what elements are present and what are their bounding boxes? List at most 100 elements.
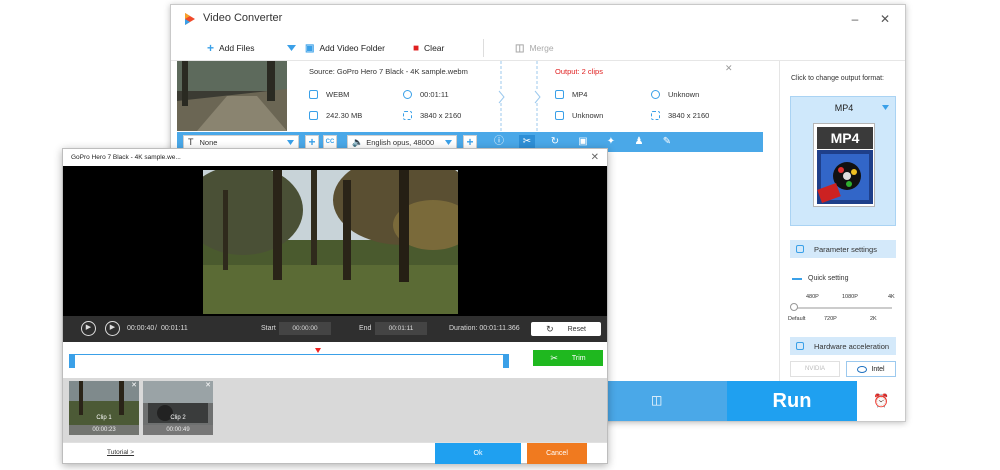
output-format-panel: Click to change output format: MP4 MP4 P… — [779, 61, 903, 381]
hardware-acceleration-button[interactable]: Hardware acceleration — [790, 337, 896, 355]
reset-label: Reset — [567, 325, 586, 333]
watermark-icon[interactable]: ♟ — [631, 135, 647, 149]
add-files-button[interactable]: + Add Files — [207, 41, 254, 55]
clock-icon — [403, 90, 412, 99]
subtitle-select[interactable]: T None — [183, 135, 299, 149]
hardware-acceleration-label: Hardware acceleration — [814, 341, 890, 351]
edit-pen-icon[interactable]: ✎ — [659, 135, 675, 149]
clip-remove-icon[interactable]: ✕ — [205, 381, 211, 389]
source-text: Source: GoPro Hero 7 Black - 4K sample.w… — [309, 67, 468, 76]
rotate-icon[interactable]: ↻ — [547, 135, 563, 149]
add-files-dropdown-button[interactable] — [287, 41, 296, 55]
parameter-settings-button[interactable]: Parameter settings — [790, 240, 896, 258]
merge-icon: ◫ — [515, 42, 525, 54]
out-format-value: MP4 — [572, 90, 588, 99]
chevron-down-icon — [882, 105, 889, 110]
effects-wand-icon[interactable]: ✦ — [603, 135, 619, 149]
subtitle-value: None — [199, 137, 218, 147]
quality-slider-thumb[interactable] — [790, 303, 798, 311]
merge-label: Merge — [529, 43, 554, 53]
cc-icon[interactable]: CC — [323, 135, 337, 149]
video-preview — [63, 166, 607, 316]
src-duration-value: 00:01:11 — [420, 90, 449, 99]
scissors-icon[interactable]: ✂ — [519, 135, 535, 149]
folder-plus-icon: ▣ — [305, 42, 315, 54]
ok-button[interactable]: Ok — [435, 443, 521, 464]
src-resolution-value: 3840 x 2160 — [420, 111, 462, 120]
quick-setting-heading: Quick setting — [792, 275, 848, 282]
nvidia-toggle[interactable]: NVIDIA — [790, 361, 840, 377]
time-separator: / — [155, 325, 157, 332]
sliders-icon — [796, 245, 804, 253]
audio-track-select[interactable]: 🔈 English opus, 48000 — [347, 135, 457, 149]
video-frame — [203, 170, 458, 314]
trim-end-handle[interactable] — [503, 354, 509, 368]
quality-720p: 720P — [824, 316, 837, 322]
add-video-folder-button[interactable]: ▣ Add Video Folder — [305, 41, 385, 55]
timeline: ✂ Trim — [63, 342, 607, 378]
dropdown-arrow-icon — [287, 45, 296, 51]
run-button[interactable]: Run — [727, 381, 857, 421]
run-label: Run — [772, 389, 812, 412]
alarm-button[interactable]: ⏰ — [857, 381, 905, 421]
out-format: MP4 — [555, 90, 587, 99]
folder-icon — [555, 111, 564, 120]
cancel-button[interactable]: Cancel — [527, 443, 587, 464]
clear-button[interactable]: ■ Clear — [413, 41, 444, 55]
play-button[interactable]: ▶ — [81, 321, 96, 336]
close-button[interactable]: ✕ — [877, 12, 893, 26]
slider-icon — [792, 277, 802, 280]
clip-name: Clip 2 — [170, 415, 186, 421]
trim-range-track[interactable] — [71, 354, 507, 366]
tutorial-link[interactable]: Tutorial > — [107, 449, 134, 456]
film-reel-graphic — [817, 150, 873, 204]
output-text: Output: 2 clips — [555, 67, 603, 76]
clip-duration: 00:00:23 — [69, 425, 139, 435]
trim-button[interactable]: ✂ Trim — [533, 350, 603, 366]
duration-text: Duration: 00:01:11.366 — [449, 325, 520, 332]
current-time: 00:00:40 — [127, 325, 155, 332]
intel-toggle[interactable]: Intel — [846, 361, 896, 377]
clip-item[interactable]: ✕ Clip 2 00:00:49 — [143, 381, 213, 435]
remove-task-icon[interactable]: ✕ — [725, 63, 733, 74]
minimize-button[interactable]: – — [847, 12, 863, 26]
chevron-down-icon — [287, 140, 294, 145]
info-icon[interactable]: ⓘ — [491, 135, 507, 149]
format-selector[interactable]: MP4 MP4 — [790, 96, 896, 226]
chip-icon — [796, 342, 804, 350]
trim-label: Trim — [571, 354, 586, 362]
trim-start-handle[interactable] — [69, 354, 75, 368]
reset-button[interactable]: ↻ Reset — [531, 322, 601, 336]
start-time-input[interactable]: 00:00:00 — [279, 322, 331, 335]
add-subtitle-button[interactable]: + — [305, 135, 319, 149]
resolution-icon — [651, 111, 660, 120]
task-thumbnail[interactable] — [177, 61, 287, 131]
speaker-icon: 🔈 — [352, 136, 364, 147]
resolution-icon — [403, 111, 412, 120]
playhead-marker[interactable] — [315, 348, 321, 353]
change-format-label: Click to change output format: — [791, 75, 884, 82]
nvidia-label: NVIDIA — [804, 366, 825, 372]
quality-480p: 480P — [806, 294, 819, 300]
out-resolution: 3840 x 2160 — [651, 111, 709, 120]
app-title: Video Converter — [203, 12, 283, 24]
end-time-input[interactable]: 00:01:11 — [375, 322, 427, 335]
src-format-value: WEBM — [326, 90, 350, 99]
clip-name: Clip 1 — [96, 415, 112, 421]
reset-icon: ↻ — [546, 323, 554, 334]
toolbar: + Add Files ▣ Add Video Folder ■ Clear ◫… — [171, 35, 905, 61]
trim-dialog: GoPro Hero 7 Black - 4K sample.we... ✕ ▶… — [62, 148, 608, 464]
add-audio-button[interactable]: + — [463, 135, 477, 149]
quality-default: Default — [788, 316, 806, 322]
cancel-label: Cancel — [546, 450, 568, 457]
src-size: 242.30 MB — [309, 111, 362, 120]
quality-slider-track[interactable] — [794, 307, 892, 309]
dialog-close-button[interactable]: ✕ — [591, 152, 599, 163]
output-folder-icon[interactable]: ◫ — [651, 393, 662, 407]
clip-item[interactable]: ✕ Clip 1 00:00:23 — [69, 381, 139, 435]
src-format: WEBM — [309, 90, 349, 99]
clip-remove-icon[interactable]: ✕ — [131, 381, 137, 389]
step-play-button[interactable]: ▶ — [105, 321, 120, 336]
crop-icon[interactable]: ▣ — [575, 135, 591, 149]
merge-button[interactable]: ◫ Merge — [515, 41, 554, 55]
